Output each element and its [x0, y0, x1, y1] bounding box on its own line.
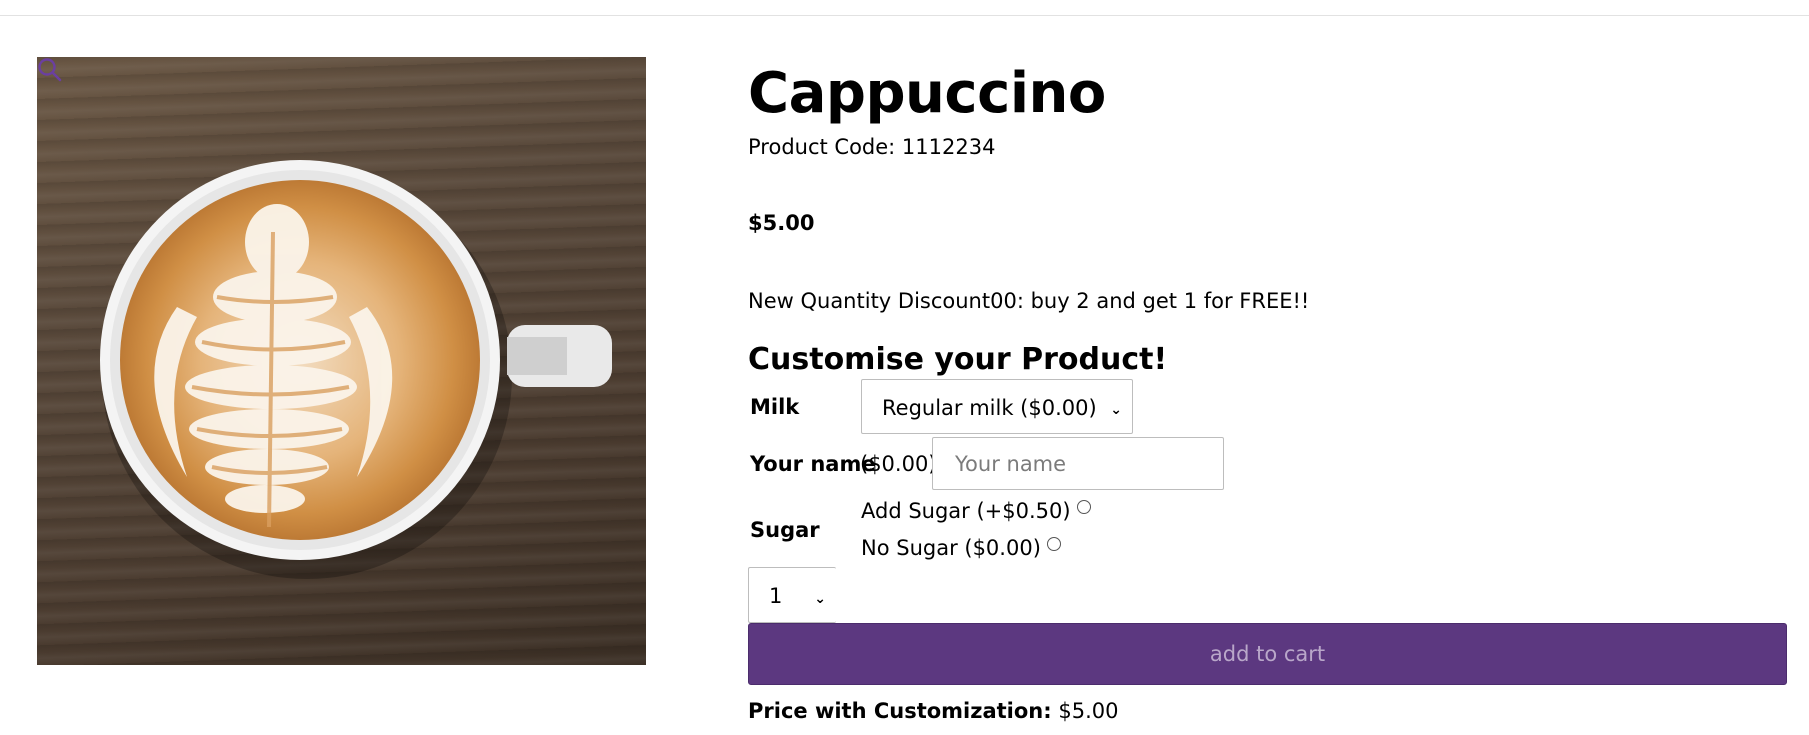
product-code: Product Code: 1112234	[748, 135, 996, 159]
name-input[interactable]	[932, 437, 1224, 490]
total-value: $5.00	[1058, 699, 1119, 723]
promo-text: New Quantity Discount00: buy 2 and get 1…	[748, 289, 1310, 313]
sugar-label: Sugar	[750, 518, 820, 542]
sugar-option-label: Add Sugar (+$0.50)	[861, 499, 1071, 523]
name-price: ($0.00)	[860, 452, 937, 476]
sugar-option-none[interactable]: No Sugar ($0.00)	[861, 534, 1061, 562]
name-label: Your name	[750, 452, 876, 476]
milk-label: Milk	[750, 395, 800, 419]
cappuccino-photo	[100, 160, 612, 579]
sugar-option-add[interactable]: Add Sugar (+$0.50)	[861, 497, 1091, 525]
milk-select[interactable]: Regular milk ($0.00) ⌄	[861, 379, 1133, 434]
quantity-select[interactable]: 1 ⌄	[748, 567, 836, 623]
quantity-value: 1	[769, 584, 783, 608]
radio-button[interactable]	[1076, 500, 1091, 514]
chevron-down-icon: ⌄	[1110, 402, 1122, 418]
product-image[interactable]	[37, 57, 646, 665]
add-to-cart-button[interactable]: add to cart	[748, 623, 1787, 685]
customise-heading: Customise your Product!	[748, 342, 1168, 377]
chevron-down-icon: ⌄	[814, 591, 826, 607]
milk-selected-value: Regular milk ($0.00)	[882, 396, 1097, 420]
sugar-option-label: No Sugar ($0.00)	[861, 536, 1041, 560]
product-title: Cappuccino	[748, 61, 1106, 126]
total-label: Price with Customization:	[748, 699, 1052, 723]
header-divider	[0, 15, 1809, 16]
product-price: $5.00	[748, 211, 815, 235]
price-with-customization: Price with Customization: $5.00	[748, 697, 1118, 725]
radio-button[interactable]	[1046, 537, 1061, 551]
zoom-icon[interactable]	[37, 57, 63, 83]
